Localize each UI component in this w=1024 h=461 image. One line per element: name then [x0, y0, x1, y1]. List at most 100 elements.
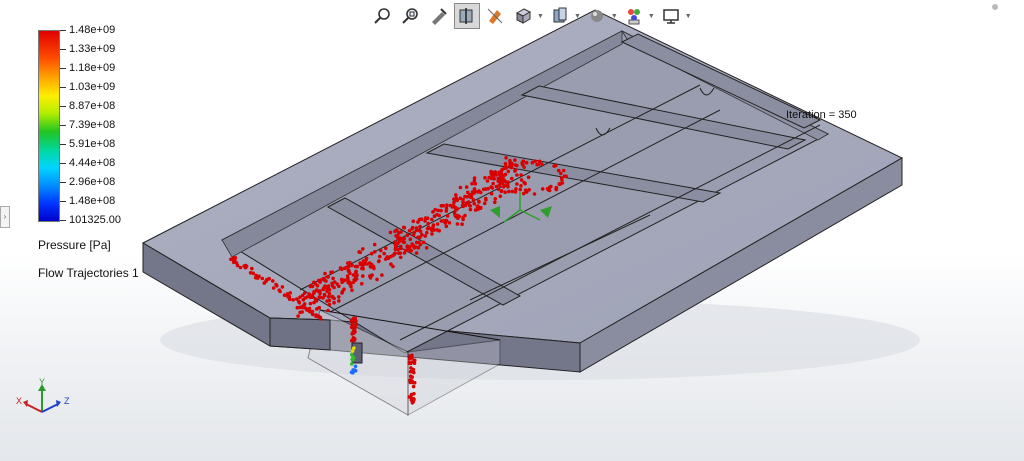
trajectory-particle	[353, 369, 358, 373]
section-view-button[interactable]	[454, 3, 480, 29]
trajectory-particle	[396, 241, 400, 245]
trajectory-particle	[418, 224, 422, 229]
trajectory-particle	[519, 173, 523, 177]
legend-value-label: 1.48e+09	[69, 24, 116, 36]
legend-tick	[60, 106, 66, 107]
trajectory-particle	[435, 222, 440, 226]
edit-appearance-icon	[590, 10, 603, 22]
axis-triad: Y X Z	[16, 378, 70, 413]
trajectory-particle	[299, 305, 303, 310]
trajectory-particle	[353, 364, 358, 369]
trajectory-particle	[388, 230, 393, 235]
trajectory-particle	[473, 189, 477, 193]
view-settings-button[interactable]	[658, 3, 684, 29]
trajectory-particle	[499, 169, 504, 173]
trajectory-particle	[423, 234, 428, 238]
trajectory-particle	[482, 201, 487, 206]
graphics-viewport[interactable]: ▼ ▼ ▼ ▼ ▼ 1.48e+09 1.33e+09 1.18e+09 1.03e+…	[0, 0, 1024, 461]
trajectory-particle	[326, 295, 331, 299]
trajectory-particle	[399, 244, 403, 249]
trajectory-particle	[515, 173, 519, 177]
trajectory-particle	[408, 369, 413, 374]
trajectory-particle	[393, 229, 397, 234]
trajectory-particle	[316, 278, 321, 283]
trajectory-particle	[349, 370, 354, 375]
trajectory-particle	[384, 246, 388, 251]
trajectory-particle	[554, 185, 559, 190]
trajectory-particle	[417, 240, 421, 245]
trajectory-particle	[317, 315, 322, 320]
display-style-button[interactable]	[510, 3, 536, 29]
legend-value-label: 8.87e+08	[69, 100, 116, 112]
apply-scene-button[interactable]	[621, 3, 647, 29]
trajectory-particle	[353, 337, 357, 341]
trajectory-particle	[493, 197, 498, 201]
trajectory-particle	[393, 245, 398, 250]
trajectory-particle	[420, 232, 424, 237]
view-orientation-button[interactable]	[482, 3, 508, 29]
trajectory-particle	[354, 277, 359, 281]
trajectory-particle	[295, 297, 299, 301]
trajectory-particle	[314, 298, 318, 303]
trajectory-particle	[321, 276, 326, 281]
trajectory-particle	[491, 173, 496, 178]
trajectory-particle	[327, 302, 332, 307]
trajectory-particle	[536, 162, 541, 167]
edit-appearance-button[interactable]	[584, 3, 610, 29]
trajectory-particle	[519, 184, 523, 188]
trajectory-particle	[314, 313, 319, 317]
trajectory-particle	[515, 182, 519, 186]
trajectory-particle	[483, 176, 487, 180]
legend-value-label: 1.03e+09	[69, 81, 116, 93]
trajectory-particle	[527, 188, 531, 192]
trajectory-particle	[346, 276, 350, 281]
trajectory-particle	[417, 217, 422, 222]
trajectory-particle	[372, 242, 377, 247]
display-style-dropdown[interactable]: ▼	[537, 13, 544, 20]
trajectory-particle	[349, 362, 354, 366]
trajectory-particle	[351, 317, 355, 321]
trajectory-particle	[349, 325, 354, 330]
legend-value-label: 5.91e+08	[69, 138, 116, 150]
trajectory-particle	[507, 189, 511, 194]
trajectory-particle	[405, 233, 410, 237]
trajectory-particle	[308, 284, 313, 289]
model-view[interactable]	[0, 0, 1024, 461]
hide-show-items-icon	[553, 7, 567, 23]
hide-show-dropdown[interactable]: ▼	[574, 13, 581, 20]
zoom-to-area-button[interactable]	[398, 3, 424, 29]
trajectory-particle	[399, 230, 403, 234]
legend-tick	[60, 30, 66, 31]
trajectory-particle	[330, 284, 335, 288]
trajectory-particle	[466, 190, 470, 195]
trajectory-particle	[351, 273, 356, 277]
trajectory-particle	[548, 185, 552, 190]
trajectory-particle	[318, 289, 322, 293]
legend-tick	[60, 87, 66, 88]
trajectory-particle	[361, 274, 365, 278]
panel-collapse-handle[interactable]: ›	[0, 206, 10, 228]
previous-view-button[interactable]	[426, 3, 452, 29]
trajectory-particle	[350, 288, 354, 293]
edit-appearance-dropdown[interactable]: ▼	[611, 13, 618, 20]
legend-value-label: 101325.00	[69, 214, 121, 226]
zoom-to-fit-button[interactable]	[370, 3, 396, 29]
trajectory-particle	[393, 251, 397, 255]
trajectory-particle	[494, 184, 499, 189]
view-settings-dropdown[interactable]: ▼	[685, 13, 692, 20]
heads-up-view-toolbar: ▼ ▼ ▼ ▼ ▼	[370, 3, 695, 29]
trajectory-particle	[537, 159, 542, 164]
display-style-icon	[515, 8, 532, 24]
trajectory-particle	[412, 370, 416, 375]
trajectory-particle	[291, 298, 296, 302]
trajectory-particle	[472, 176, 477, 180]
trajectory-particle	[326, 308, 330, 313]
trajectory-particle	[401, 237, 405, 241]
hide-show-items-button[interactable]	[547, 3, 573, 29]
trajectory-particle	[463, 194, 467, 199]
trajectory-particle	[510, 176, 514, 181]
trajectory-particle	[364, 256, 369, 261]
trajectory-particle	[468, 204, 473, 208]
apply-scene-dropdown[interactable]: ▼	[648, 13, 655, 20]
trajectory-particle	[489, 185, 494, 189]
